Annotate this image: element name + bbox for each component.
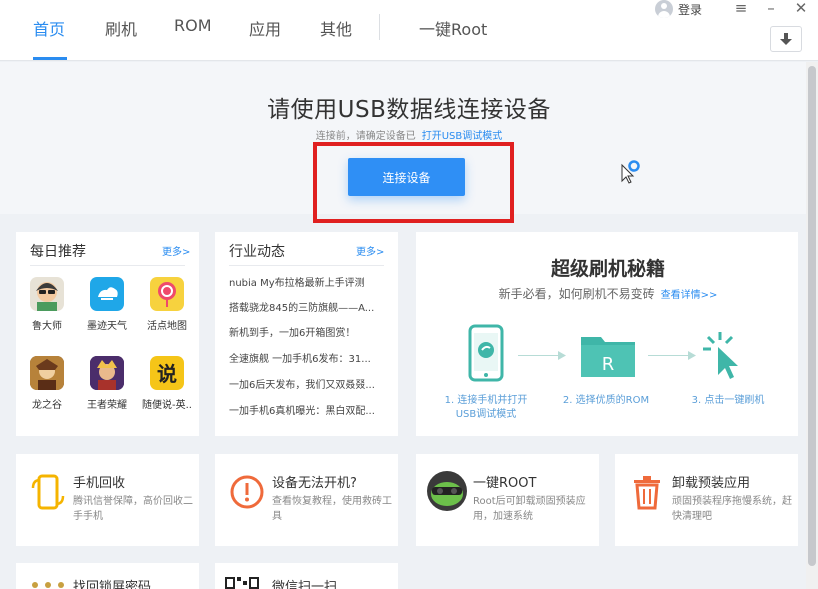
tab-root[interactable]: 一键Root	[419, 16, 487, 40]
login-area[interactable]: 登录	[655, 0, 702, 18]
root-icon	[427, 471, 467, 511]
menu-icon[interactable]: ≡	[732, 0, 750, 16]
news-more-link[interactable]: 更多>	[356, 243, 384, 258]
find-lock-password-card[interactable]: 找回锁屏密码	[16, 563, 199, 589]
qr-code-icon	[225, 577, 259, 589]
tab-flash[interactable]: 刷机	[105, 16, 137, 40]
news-item[interactable]: 全速旗舰 一加手机6发布：31...	[229, 350, 379, 365]
ludashi-icon	[30, 277, 64, 311]
usb-debug-link[interactable]: 打开USB调试模式	[422, 131, 503, 142]
guide-title: 超级刷机秘籍	[550, 258, 665, 280]
svg-text:R: R	[602, 354, 615, 375]
svg-text:说: 说	[157, 362, 177, 386]
arrow-right-icon	[558, 351, 566, 360]
tab-other[interactable]: 其他	[320, 16, 352, 40]
recovery-card[interactable]: 设备无法开机? 查看恢复教程，使用救砖工具	[215, 454, 398, 546]
news-item[interactable]: 一加手机6真机曝光：黑白双配...	[229, 402, 379, 417]
phone-recycle-icon	[31, 474, 65, 510]
wechat-scan-card[interactable]: 微信扫一扫	[215, 563, 398, 589]
daily-recommend-card: 每日推荐 更多> 鲁大师 墨迹天气 活点地图 龙之谷 王者荣耀 说 随便说-英.…	[16, 232, 199, 436]
tab-home[interactable]: 首页	[33, 16, 65, 40]
dragon-nest-icon	[30, 356, 64, 390]
warning-icon	[230, 475, 264, 509]
news-item[interactable]: nubia My布拉格最新上手评测	[229, 274, 379, 289]
close-icon[interactable]: ✕	[792, 0, 810, 16]
flash-guide-card[interactable]: 超级刷机秘籍 新手必看，如何刷机不易变砖 查看详情>> R 1. 连接手机并打开 U…	[416, 232, 798, 436]
active-tab-indicator	[33, 57, 67, 60]
lock-dots-icon	[32, 582, 64, 588]
news-item[interactable]: 一加6后天发布，我们又双叒叕...	[229, 376, 379, 391]
phone-shield-icon	[468, 324, 504, 382]
scrollbar-thumb[interactable]	[808, 66, 816, 566]
app-item[interactable]: 活点地图	[142, 277, 192, 332]
one-click-root-card[interactable]: 一键ROOT Root后可卸载顽固预装应用，加速系统	[416, 454, 599, 546]
hero-subtitle: 连接前，请确定设备已 打开USB调试模式	[315, 131, 503, 142]
download-icon	[780, 32, 792, 45]
step-3-label: 3. 点击一键刷机	[691, 395, 765, 406]
tab-rom[interactable]: ROM	[174, 16, 212, 35]
daily-recommend-title: 每日推荐	[30, 244, 86, 260]
busy-cursor-icon	[621, 160, 640, 184]
honor-of-kings-icon	[90, 356, 124, 390]
hero-title: 请使用USB数据线连接设备	[267, 97, 551, 123]
app-item[interactable]: 说 随便说-英...	[142, 356, 192, 411]
download-button[interactable]	[770, 26, 802, 52]
arrow-right-icon	[688, 351, 696, 360]
news-item[interactable]: 搭载骁龙845的三防旗舰——A...	[229, 299, 379, 314]
news-item[interactable]: 新机到手，一加6开箱图赏！	[229, 324, 379, 339]
avatar-icon	[655, 0, 673, 18]
guide-details-link[interactable]: 查看详情>>	[661, 290, 718, 301]
industry-news-card: 行业动态 更多> nubia My布拉格最新上手评测 搭载骁龙845的三防旗舰—…	[215, 232, 398, 436]
top-nav: 首页 刷机 ROM 应用 其他 一键Root 登录 ≡ – ✕	[0, 0, 818, 61]
click-cursor-icon	[703, 332, 738, 379]
industry-news-title: 行业动态	[229, 244, 285, 260]
guide-subtitle: 新手必看，如何刷机不易变砖 查看详情>>	[498, 287, 718, 301]
map-pin-icon	[150, 277, 184, 311]
uninstall-preinstalled-card[interactable]: 卸载预装应用 顽固预装程序拖慢系统，赶快清理吧	[615, 454, 798, 546]
step-2-label: 2. 选择优质的ROM	[562, 395, 650, 406]
minimize-icon[interactable]: –	[762, 0, 780, 16]
shuo-icon: 说	[150, 356, 184, 390]
app-item[interactable]: 墨迹天气	[82, 277, 132, 332]
moji-weather-icon	[90, 277, 124, 311]
rom-folder-icon: R	[581, 337, 635, 377]
connect-device-button[interactable]: 连接设备	[348, 158, 465, 196]
phone-recycle-card[interactable]: 手机回收 腾讯信誉保障，高价回收二手手机	[16, 454, 199, 546]
app-item[interactable]: 龙之谷	[22, 356, 72, 411]
tab-apps[interactable]: 应用	[249, 16, 281, 40]
trash-icon	[634, 476, 660, 510]
step-1-label: 1. 连接手机并打开 USB调试模式	[444, 395, 528, 420]
app-item[interactable]: 鲁大师	[22, 277, 72, 332]
nav-divider	[379, 14, 380, 40]
app-item[interactable]: 王者荣耀	[82, 356, 132, 411]
login-link[interactable]: 登录	[678, 1, 702, 18]
daily-more-link[interactable]: 更多>	[162, 243, 190, 258]
